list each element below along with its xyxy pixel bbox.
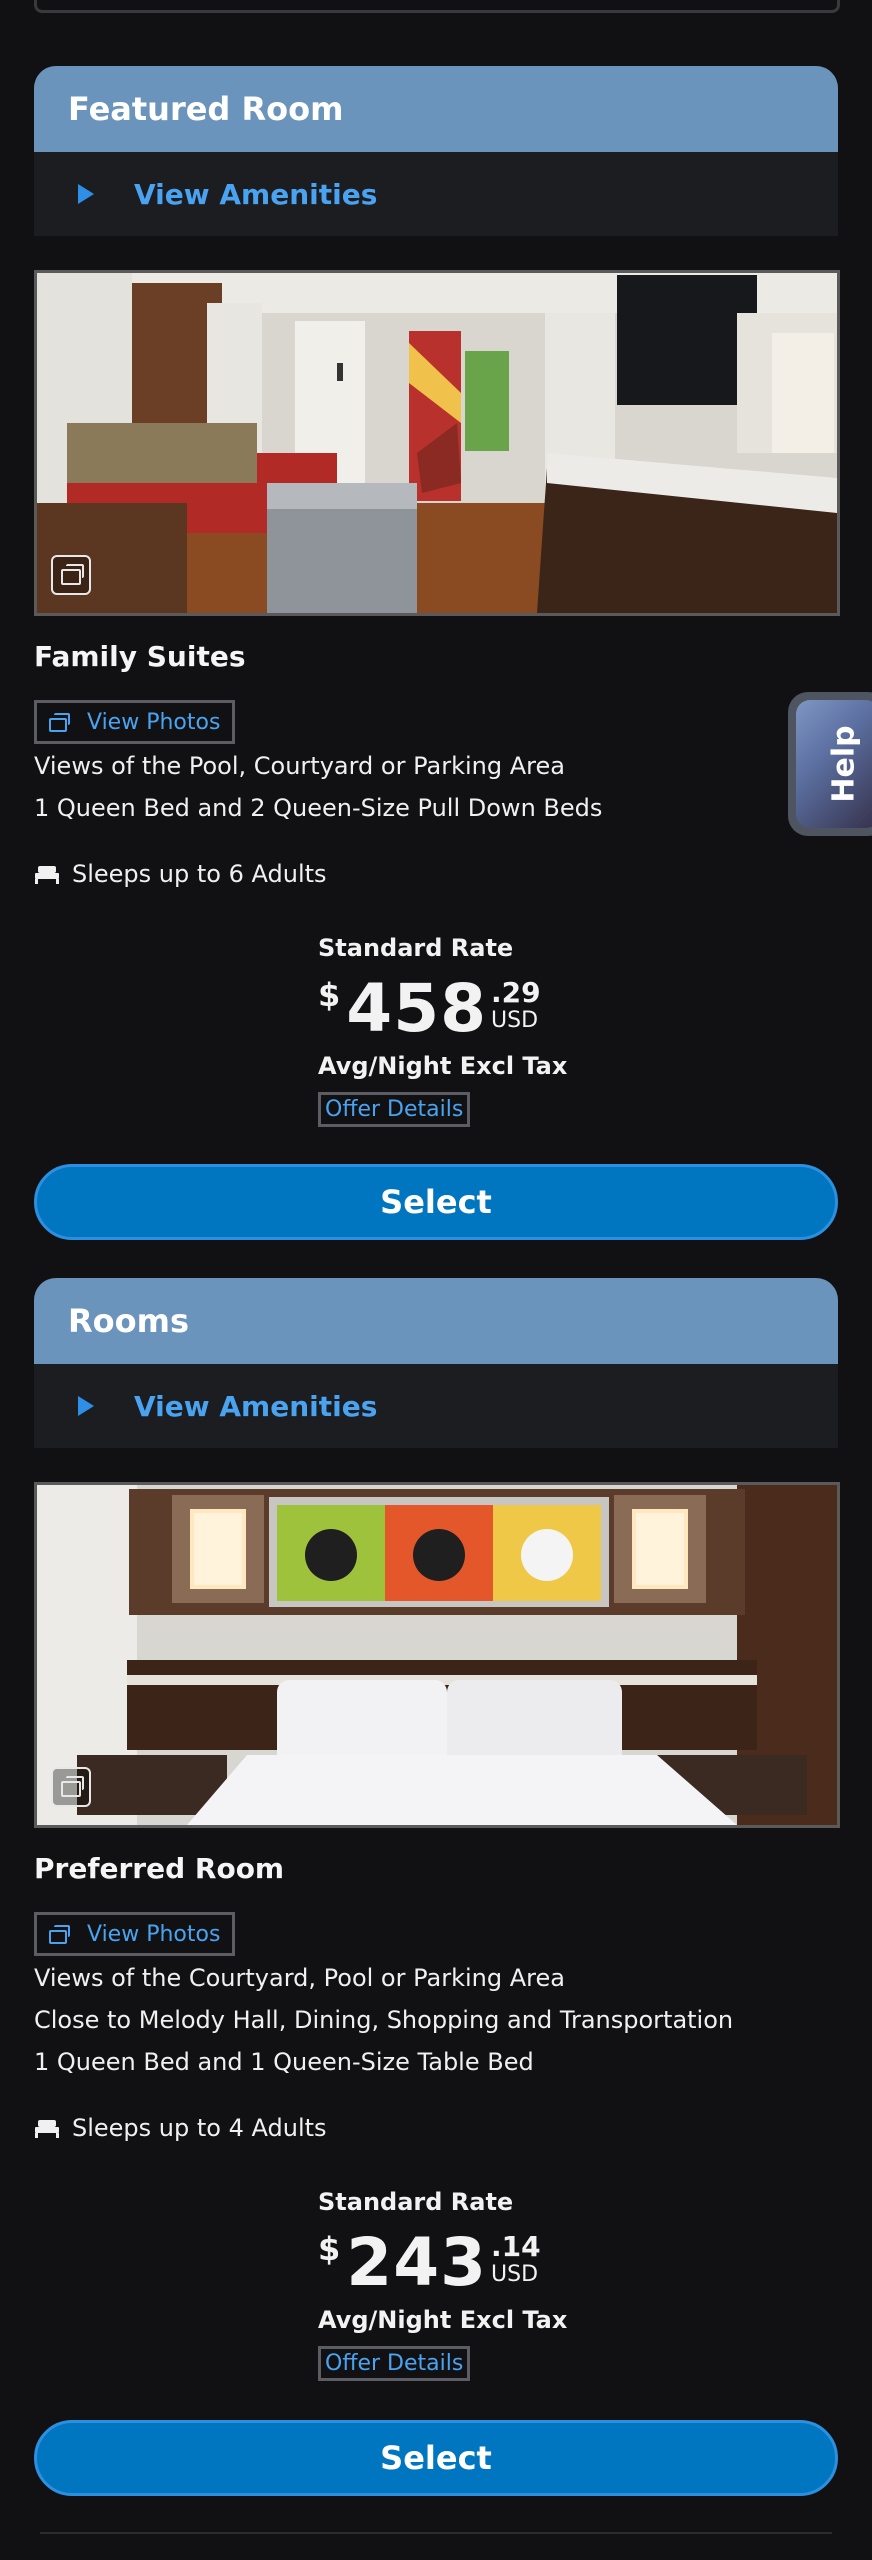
rate-block: Standard Rate $ 243 .14 USD Avg/Night Ex…	[318, 2188, 567, 2381]
gallery-icon	[51, 555, 91, 595]
room-description-line: 1 Queen Bed and 1 Queen-Size Table Bed	[34, 2048, 534, 2076]
divider	[40, 2532, 832, 2534]
featured-view-amenities-toggle[interactable]: View Amenities	[34, 152, 838, 236]
featured-room-header: Featured Room	[34, 66, 838, 152]
price: $ 243 .14 USD	[318, 2228, 567, 2298]
price-dollars: 243	[346, 2224, 488, 2301]
price: $ 458 .29 USD	[318, 974, 567, 1044]
currency-symbol: $	[318, 2230, 341, 2268]
rate-block: Standard Rate $ 458 .29 USD Avg/Night Ex…	[318, 934, 567, 1127]
offer-details-button[interactable]: Offer Details	[318, 2346, 471, 2381]
view-photos-label: View Photos	[87, 709, 221, 735]
bed-icon	[35, 866, 59, 884]
room-name: Preferred Room	[34, 1852, 285, 1885]
currency-symbol: $	[318, 976, 341, 1014]
bed-icon	[35, 2120, 59, 2138]
view-photos-label: View Photos	[87, 1921, 221, 1947]
sleeps-label: Sleeps up to 4 Adults	[72, 2114, 327, 2142]
help-tab[interactable]: Help	[788, 692, 872, 836]
select-button[interactable]: Select	[34, 1164, 838, 1240]
view-photos-button[interactable]: View Photos	[34, 1912, 236, 1956]
room-description-line: Close to Melody Hall, Dining, Shopping a…	[34, 2006, 734, 2034]
rooms-header: Rooms	[34, 1278, 838, 1364]
room-description-line: 1 Queen Bed and 2 Queen-Size Pull Down B…	[34, 794, 603, 822]
expand-triangle-icon	[78, 1396, 94, 1416]
sleeps-label: Sleeps up to 6 Adults	[72, 860, 327, 888]
price-note: Avg/Night Excl Tax	[318, 1052, 568, 1080]
gallery-icon	[51, 1767, 91, 1807]
rate-label: Standard Rate	[318, 934, 514, 962]
sleeps-info: Sleeps up to 4 Adults	[34, 2114, 327, 2142]
rate-label: Standard Rate	[318, 2188, 514, 2216]
help-label: Help	[826, 725, 862, 803]
room-name: Family Suites	[34, 640, 246, 673]
price-note: Avg/Night Excl Tax	[318, 2306, 568, 2334]
price-cents: .29	[491, 976, 541, 1009]
previous-card-frame	[34, 0, 840, 13]
room-description-line: Views of the Courtyard, Pool or Parking …	[34, 1964, 565, 1992]
select-button[interactable]: Select	[34, 2420, 838, 2496]
expand-triangle-icon	[78, 184, 94, 204]
help-tab-face: Help	[796, 700, 872, 828]
rooms-view-amenities-toggle[interactable]: View Amenities	[34, 1364, 838, 1448]
preferred-room-photo[interactable]	[34, 1482, 840, 1828]
gallery-icon	[49, 1925, 71, 1944]
view-amenities-label: View Amenities	[134, 1389, 378, 1423]
featured-room-title: Featured Room	[68, 90, 344, 128]
price-cents: .14	[491, 2230, 541, 2263]
offer-details-button[interactable]: Offer Details	[318, 1092, 471, 1127]
rooms-title: Rooms	[68, 1302, 189, 1340]
currency-code: USD	[491, 2262, 539, 2287]
gallery-icon	[49, 713, 71, 732]
room-description-line: Views of the Pool, Courtyard or Parking …	[34, 752, 565, 780]
family-suites-photo[interactable]	[34, 270, 840, 616]
view-photos-button[interactable]: View Photos	[34, 700, 236, 744]
price-dollars: 458	[346, 970, 488, 1047]
sleeps-info: Sleeps up to 6 Adults	[34, 860, 327, 888]
currency-code: USD	[491, 1008, 539, 1033]
view-amenities-label: View Amenities	[134, 177, 378, 211]
